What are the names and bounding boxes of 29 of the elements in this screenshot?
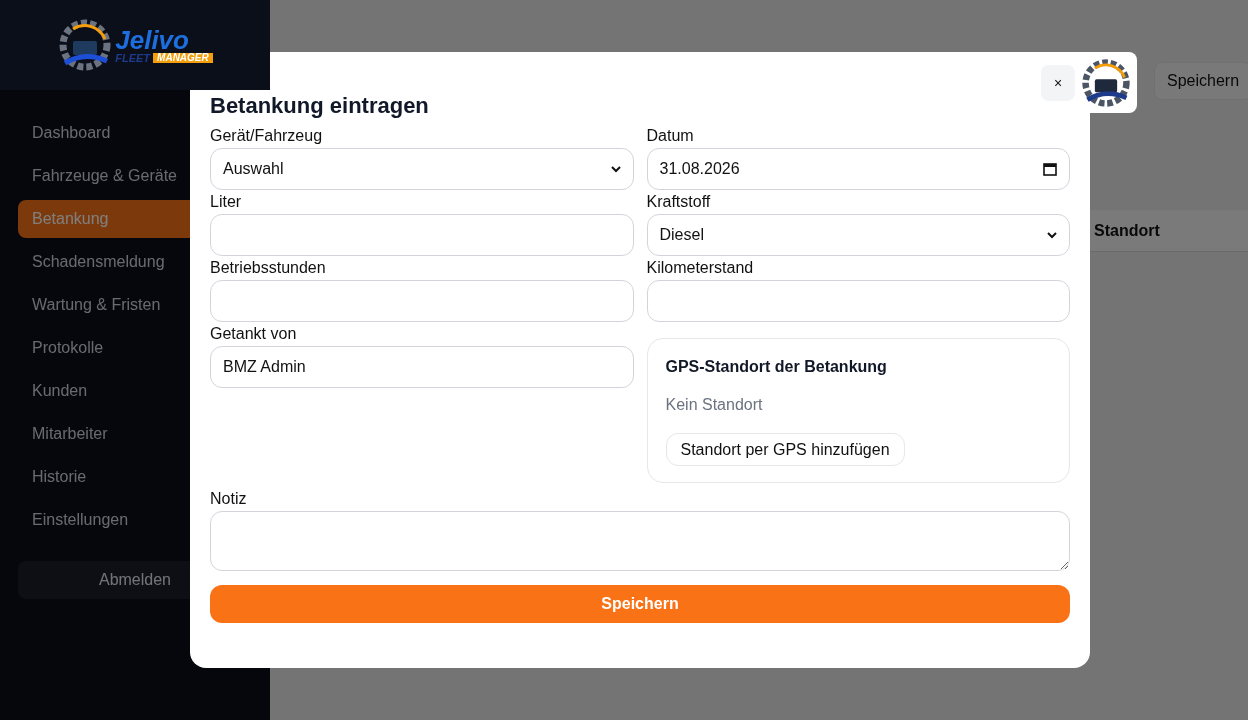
select-field[interactable]: Auswahl <box>210 148 634 190</box>
note-field[interactable] <box>210 511 1070 571</box>
field-label: Gerät/Fahrzeug <box>210 126 324 146</box>
save-button[interactable]: Speichern <box>1154 62 1248 100</box>
select-field[interactable]: Diesel <box>646 214 1070 256</box>
field-label: Getankt von <box>210 324 298 344</box>
input-field[interactable] <box>210 214 634 256</box>
submit-button[interactable]: Speichern <box>210 585 1070 623</box>
input-field[interactable] <box>646 280 1070 322</box>
field-label: Notiz <box>210 489 248 509</box>
logo-wordmark: Jelivo <box>115 26 189 53</box>
gps-card-title: GPS-Standort der Betankung <box>665 357 887 377</box>
input-field[interactable]: BMZ Admin <box>210 346 634 388</box>
add-gps-button[interactable]: Standort per GPS hinzufügen <box>665 433 905 466</box>
logo-badge: MANAGER <box>153 53 213 63</box>
close-button[interactable]: × <box>1041 65 1075 101</box>
field-label: Datum <box>646 126 695 146</box>
calendar-icon <box>1043 162 1057 176</box>
field-label: Kilometerstand <box>646 258 755 278</box>
field-label: Betriebsstunden <box>210 258 327 278</box>
input-field[interactable] <box>210 280 634 322</box>
chevron-down-icon <box>610 165 621 173</box>
gps-status: Kein Standort <box>665 395 763 415</box>
chevron-down-icon <box>1047 231 1057 239</box>
logo-subtitle: FLEET <box>115 52 151 64</box>
date-field[interactable]: 31.08.2026 <box>646 148 1070 190</box>
field-label: Kraftstoff <box>646 192 712 212</box>
column-header: Standort <box>1094 220 1160 241</box>
modal-title: Betankung eintragen <box>210 92 430 120</box>
